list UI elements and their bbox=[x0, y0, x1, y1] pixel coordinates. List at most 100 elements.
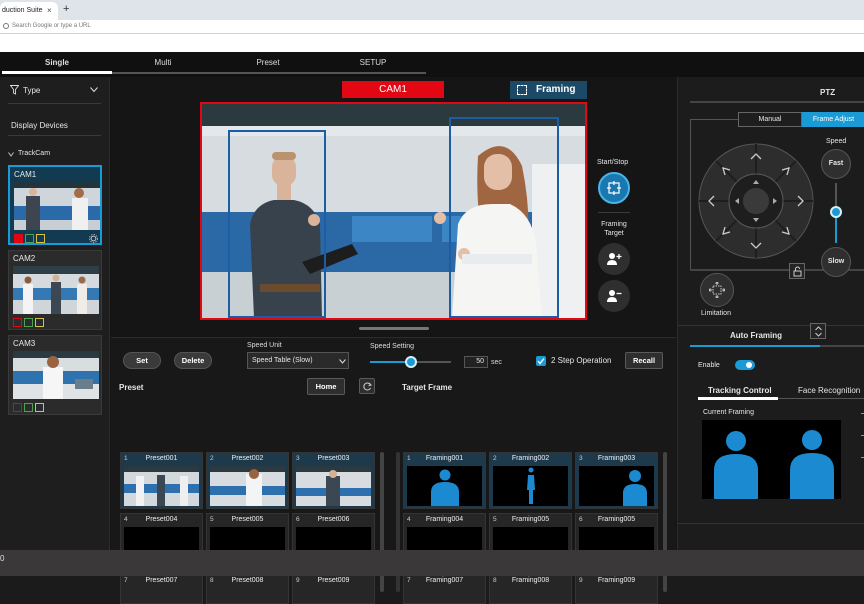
recall-button[interactable]: Recall bbox=[625, 352, 663, 369]
status-indicator-green bbox=[24, 403, 33, 412]
current-framing-label: Current Framing bbox=[703, 409, 754, 416]
tab-setup[interactable]: SETUP bbox=[318, 58, 428, 67]
limitation-button[interactable] bbox=[700, 273, 734, 307]
tab-multi[interactable]: Multi bbox=[108, 58, 218, 67]
new-tab-button[interactable]: + bbox=[63, 3, 69, 15]
add-target-button[interactable] bbox=[598, 243, 630, 275]
delete-button[interactable]: Delete bbox=[174, 352, 212, 369]
live-video-feed[interactable] bbox=[200, 102, 587, 320]
target-frame-preview bbox=[407, 466, 482, 506]
settings-icon[interactable] bbox=[89, 234, 98, 243]
type-label: Type bbox=[23, 86, 41, 95]
set-button[interactable]: Set bbox=[123, 352, 161, 369]
app-window: Single Multi Preset SETUP Type Display D… bbox=[0, 52, 864, 604]
slider-thumb[interactable] bbox=[830, 206, 842, 218]
tab-single[interactable]: Single bbox=[2, 58, 112, 67]
tab-face-recognition[interactable]: Face Recognition bbox=[798, 386, 860, 395]
refresh-button[interactable] bbox=[359, 378, 375, 394]
target-frame-name: Framing002 bbox=[511, 455, 550, 462]
type-filter[interactable]: Type bbox=[10, 84, 100, 98]
camera-view-panel: CAM1 Framing Start/Stop Framing Target bbox=[111, 77, 676, 336]
speed-slow-button[interactable]: Slow bbox=[821, 247, 851, 277]
preset-thumbnail bbox=[210, 466, 285, 506]
chevron-updown-icon bbox=[815, 326, 822, 337]
target-frame-name: Framing007 bbox=[425, 577, 464, 584]
divider bbox=[8, 135, 101, 136]
ptz-joystick[interactable] bbox=[698, 143, 814, 259]
remove-target-button[interactable] bbox=[598, 280, 630, 312]
slider-thumb[interactable] bbox=[404, 356, 417, 368]
status-bar: 0 bbox=[0, 550, 864, 576]
status-indicator-yellow bbox=[35, 403, 44, 412]
limitation-label: Limitation bbox=[701, 310, 731, 317]
camera-card-cam1[interactable]: CAM1 bbox=[8, 165, 102, 245]
preset-item[interactable]: 2 Preset002 bbox=[206, 452, 289, 509]
trackcam-label: TrackCam bbox=[18, 150, 51, 157]
start-stop-button[interactable] bbox=[598, 172, 630, 204]
speed-unit-sec: sec bbox=[491, 359, 502, 366]
speed-setting-input[interactable]: 50 bbox=[464, 356, 488, 368]
browser-tab-title: duction Suite bbox=[2, 7, 43, 14]
browser-tab[interactable]: duction Suite × bbox=[0, 2, 58, 20]
tab-preset[interactable]: Preset bbox=[213, 58, 323, 67]
frame-adjust-tab[interactable]: Frame Adjust bbox=[802, 112, 864, 127]
speed-unit-select[interactable]: Speed Table (Slow) bbox=[247, 352, 349, 369]
camera-card-cam2[interactable]: CAM2 bbox=[8, 250, 102, 330]
active-tab-indicator bbox=[698, 397, 778, 400]
target-frame-item[interactable]: 3 Framing003 bbox=[575, 452, 658, 509]
enable-toggle[interactable] bbox=[735, 360, 755, 370]
status-indicator-green bbox=[25, 234, 34, 243]
target-frame-item[interactable]: 2 Framing002 bbox=[489, 452, 572, 509]
active-tab-indicator bbox=[2, 71, 112, 74]
two-step-label: 2 Step Operation bbox=[551, 356, 612, 365]
target-frame-item[interactable]: 8 Framing008 bbox=[489, 574, 572, 604]
lock-button[interactable] bbox=[789, 263, 805, 279]
camera-title: CAM1 bbox=[342, 81, 444, 98]
status-indicator-red bbox=[14, 234, 23, 243]
preset-name: Preset008 bbox=[231, 577, 264, 584]
divider bbox=[690, 119, 691, 269]
main-tab-bar: Single Multi Preset SETUP bbox=[0, 52, 864, 77]
browser-tab-bar: duction Suite × + bbox=[0, 0, 864, 20]
speed-slider[interactable] bbox=[830, 183, 842, 243]
target-frame-item[interactable]: 7 Framing007 bbox=[403, 574, 486, 604]
camera-card-cam3[interactable]: CAM3 bbox=[8, 335, 102, 415]
preset-title: Preset bbox=[119, 383, 144, 392]
preset-item[interactable]: 7 Preset007 bbox=[120, 574, 203, 604]
framing-target-label: Framing Target bbox=[601, 221, 627, 237]
home-button[interactable]: Home bbox=[307, 378, 345, 395]
divider bbox=[8, 103, 101, 104]
target-frame-item[interactable]: 1 Framing001 bbox=[403, 452, 486, 509]
sidebar: Type Display Devices TrackCam CAM1 CAM2 … bbox=[0, 77, 110, 550]
speed-fast-button[interactable]: Fast bbox=[821, 149, 851, 179]
target-frame-name: Framing001 bbox=[425, 455, 464, 462]
speed-unit-label: Speed Unit bbox=[247, 342, 282, 349]
manual-tab[interactable]: Manual bbox=[738, 112, 802, 127]
collapse-toggle[interactable] bbox=[810, 323, 826, 339]
preset-name: Preset002 bbox=[231, 455, 264, 462]
framing-mode-button[interactable]: Framing bbox=[510, 81, 587, 99]
target-frame-name: Framing009 bbox=[597, 577, 636, 584]
current-framing-preview bbox=[702, 420, 841, 499]
preset-item[interactable]: 8 Preset008 bbox=[206, 574, 289, 604]
preset-item[interactable]: 3 Preset003 bbox=[292, 452, 375, 509]
close-tab-icon[interactable]: × bbox=[47, 6, 52, 15]
browser-content-top bbox=[0, 34, 864, 52]
unlock-icon bbox=[793, 266, 802, 277]
preset-item[interactable]: 9 Preset009 bbox=[292, 574, 375, 604]
person-remove-icon bbox=[607, 290, 622, 302]
target-frame-item[interactable]: 9 Framing009 bbox=[575, 574, 658, 604]
two-step-checkbox[interactable] bbox=[536, 356, 546, 366]
omnibox-placeholder: Search Google or type a URL bbox=[12, 23, 91, 29]
preset-item[interactable]: 1 Preset001 bbox=[120, 452, 203, 509]
tab-tracking-control[interactable]: Tracking Control bbox=[708, 386, 772, 395]
chevron-down-icon bbox=[90, 87, 98, 93]
divider bbox=[690, 119, 738, 120]
panel-resize-handle[interactable] bbox=[359, 327, 429, 330]
speed-setting-slider[interactable] bbox=[370, 356, 451, 368]
camera-label: CAM3 bbox=[13, 339, 36, 348]
preset-name: Preset003 bbox=[317, 455, 350, 462]
auto-framing-title: Auto Framing bbox=[730, 331, 782, 340]
browser-omnibox[interactable]: Search Google or type a URL bbox=[0, 20, 864, 34]
preset-thumbnail bbox=[124, 466, 199, 506]
